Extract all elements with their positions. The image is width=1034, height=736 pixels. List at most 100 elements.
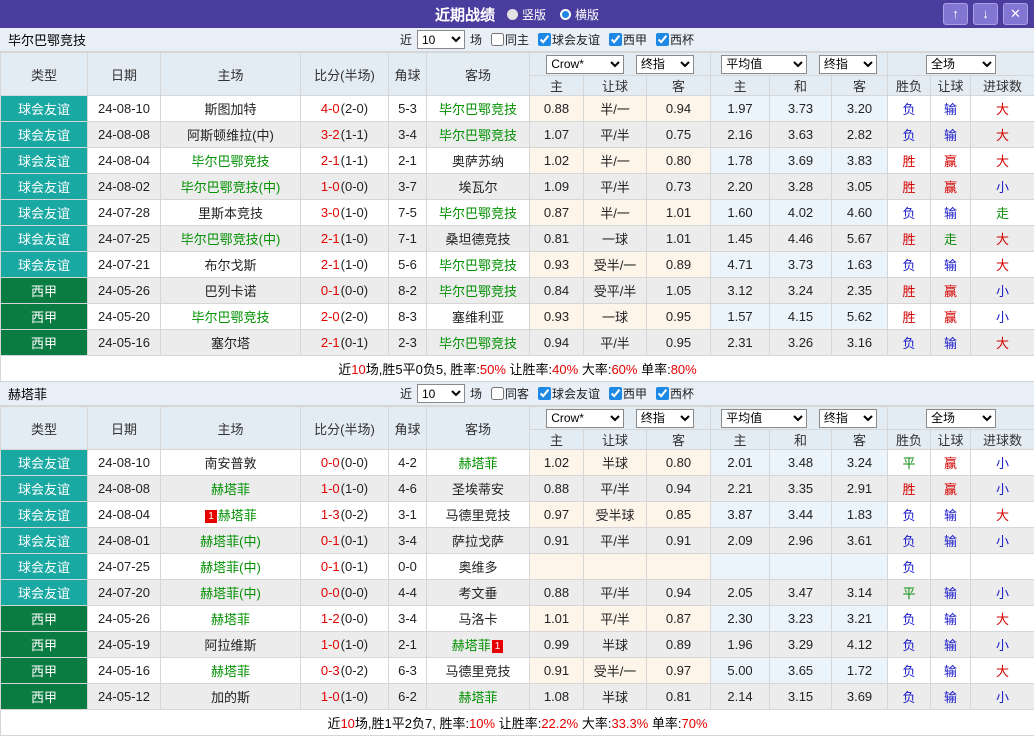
checkbox[interactable]	[609, 387, 622, 400]
average-odds-cell: 3.15	[770, 684, 832, 710]
result-cell: 输	[931, 606, 971, 632]
away-team-name[interactable]: 毕尔巴鄂竞技	[439, 336, 517, 351]
league-checkbox-laliga[interactable]: 西甲	[602, 385, 647, 402]
handicap-odds-cell: 受半/一	[584, 252, 647, 278]
home-team-name[interactable]: 南安普敦	[204, 456, 256, 471]
away-team-name[interactable]: 桑坦德竞技	[445, 232, 510, 247]
checkbox[interactable]	[609, 33, 622, 46]
recent-count-select[interactable]: 10	[417, 30, 465, 49]
move-down-button[interactable]: ↓	[973, 3, 998, 25]
handicap-time-select[interactable]: 终指	[636, 55, 694, 74]
checkbox[interactable]	[491, 387, 504, 400]
home-team-cell: 巴列卡诺	[161, 278, 301, 304]
checkbox[interactable]	[656, 387, 669, 400]
fulltime-score: 1-0	[321, 637, 340, 652]
average-select[interactable]: 平均值	[721, 55, 807, 74]
league-checkbox-laliga[interactable]: 西甲	[602, 31, 647, 48]
home-team-name[interactable]: 里斯本竞技	[198, 206, 263, 221]
home-team-name[interactable]: 塞尔塔	[211, 336, 250, 351]
score-cell: 0-1(0-1)	[301, 528, 389, 554]
recent-count-select[interactable]: 10	[417, 384, 465, 403]
same-home-checkbox[interactable]: 同主	[484, 31, 529, 48]
home-team-name[interactable]: 巴列卡诺	[204, 284, 256, 299]
away-team-name[interactable]: 毕尔巴鄂竞技	[439, 258, 517, 273]
average-time-select[interactable]: 终指	[819, 55, 877, 74]
col-header-home-odds: 主	[530, 76, 584, 96]
league-checkbox-copa[interactable]: 西杯	[649, 31, 694, 48]
league-badge: 球会友谊	[1, 580, 88, 606]
home-team-name[interactable]: 赫塔菲	[211, 612, 250, 627]
away-team-name[interactable]: 赫塔菲	[452, 638, 491, 653]
away-team-name[interactable]: 毕尔巴鄂竞技	[439, 102, 517, 117]
away-team-name[interactable]: 考文垂	[458, 586, 497, 601]
away-team-name[interactable]: 毕尔巴鄂竞技	[439, 284, 517, 299]
result-cell: 小	[971, 528, 1034, 554]
away-team-name[interactable]: 塞维利亚	[452, 310, 504, 325]
corner-cell: 3-4	[389, 528, 427, 554]
result-cell: 赢	[931, 476, 971, 502]
home-team-name[interactable]: 毕尔巴鄂竞技(中)	[181, 232, 281, 247]
home-team-name[interactable]: 赫塔菲(中)	[200, 534, 261, 549]
home-team-name[interactable]: 赫塔菲	[211, 664, 250, 679]
result-cell: 胜	[888, 304, 931, 330]
close-button[interactable]: ✕	[1003, 3, 1028, 25]
checkbox[interactable]	[491, 33, 504, 46]
away-team-name[interactable]: 毕尔巴鄂竞技	[439, 128, 517, 143]
result-cell: 输	[931, 684, 971, 710]
scope-select[interactable]: 全场	[926, 55, 996, 74]
checkbox[interactable]	[538, 387, 551, 400]
home-team-name[interactable]: 斯图加特	[204, 102, 256, 117]
league-checkbox-copa[interactable]: 西杯	[649, 385, 694, 402]
result-cell: 小	[971, 580, 1034, 606]
halftime-score: (0-0)	[341, 455, 368, 470]
home-team-name[interactable]: 毕尔巴鄂竞技(中)	[181, 180, 281, 195]
result-cell: 赢	[931, 304, 971, 330]
handicap-odds-cell: 平/半	[584, 528, 647, 554]
home-team-name[interactable]: 阿斯顿维拉(中)	[187, 128, 274, 143]
average-odds-cell: 3.20	[832, 96, 888, 122]
average-select[interactable]: 平均值	[721, 409, 807, 428]
away-team-name[interactable]: 赫塔菲	[458, 690, 497, 705]
bookmaker-select[interactable]: Crow*	[546, 55, 624, 74]
away-team-name[interactable]: 萨拉戈萨	[452, 534, 504, 549]
home-team-name[interactable]: 赫塔菲(中)	[200, 560, 261, 575]
match-date: 24-07-20	[88, 580, 161, 606]
home-team-name[interactable]: 毕尔巴鄂竞技	[191, 310, 269, 325]
away-team-name[interactable]: 马德里竞技	[445, 508, 510, 523]
away-team-name[interactable]: 马洛卡	[458, 612, 497, 627]
checkbox[interactable]	[656, 33, 669, 46]
fulltime-score: 4-0	[321, 101, 340, 116]
bookmaker-select[interactable]: Crow*	[546, 409, 624, 428]
result-cell: 大	[971, 252, 1034, 278]
radio-vertical-view[interactable]: 竖版	[507, 6, 546, 23]
average-time-select[interactable]: 终指	[819, 409, 877, 428]
home-team-name[interactable]: 赫塔菲(中)	[200, 586, 261, 601]
away-team-name[interactable]: 圣埃蒂安	[452, 482, 504, 497]
same-away-checkbox[interactable]: 同客	[484, 385, 529, 402]
corner-cell: 3-4	[389, 122, 427, 148]
average-odds-cell: 1.57	[711, 304, 770, 330]
average-odds-cell: 3.24	[770, 278, 832, 304]
checkbox[interactable]	[538, 33, 551, 46]
radio-horizontal-view[interactable]: 横版	[560, 6, 599, 23]
home-team-name[interactable]: 赫塔菲	[218, 508, 257, 523]
handicap-time-select[interactable]: 终指	[636, 409, 694, 428]
move-up-button[interactable]: ↑	[943, 3, 968, 25]
league-checkbox-friendly[interactable]: 球会友谊	[531, 31, 600, 48]
away-team-name[interactable]: 马德里竞技	[445, 664, 510, 679]
home-team-name[interactable]: 布尔戈斯	[204, 258, 256, 273]
match-date: 24-07-25	[88, 554, 161, 580]
home-team-name[interactable]: 毕尔巴鄂竞技	[191, 154, 269, 169]
away-team-name[interactable]: 毕尔巴鄂竞技	[439, 206, 517, 221]
home-team-name[interactable]: 赫塔菲	[211, 482, 250, 497]
away-team-name[interactable]: 埃瓦尔	[458, 180, 497, 195]
league-checkbox-friendly[interactable]: 球会友谊	[531, 385, 600, 402]
away-team-name[interactable]: 奥维多	[458, 560, 497, 575]
scope-select[interactable]: 全场	[926, 409, 996, 428]
score-cell: 3-0(1-0)	[301, 200, 389, 226]
away-team-name[interactable]: 奥萨苏纳	[452, 154, 504, 169]
away-team-name[interactable]: 赫塔菲	[458, 456, 497, 471]
home-team-name[interactable]: 加的斯	[211, 690, 250, 705]
radio-selected-icon	[560, 9, 571, 20]
home-team-name[interactable]: 阿拉维斯	[204, 638, 256, 653]
